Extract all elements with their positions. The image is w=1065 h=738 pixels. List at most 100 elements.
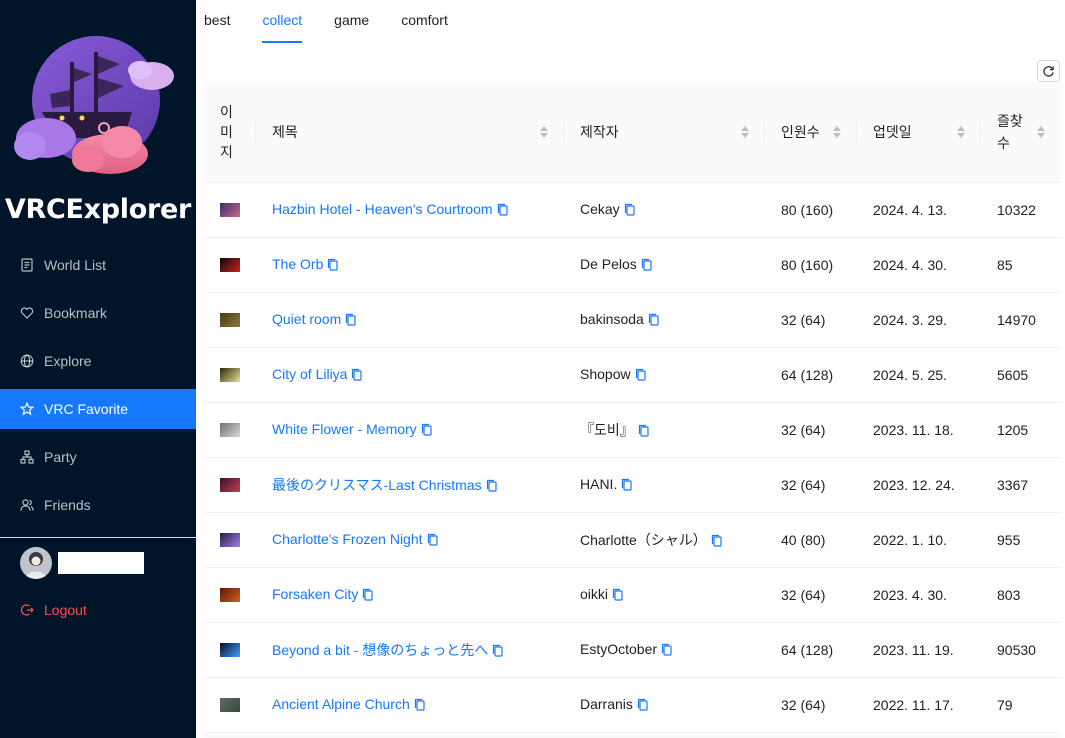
column-header-updated[interactable]: 업뎃일 bbox=[857, 83, 981, 183]
copy-icon[interactable] bbox=[624, 203, 636, 219]
column-header-visits[interactable]: 즐찾 수 bbox=[981, 83, 1061, 183]
tab-game[interactable]: game bbox=[334, 0, 369, 44]
cell-author: EstyOctober bbox=[564, 622, 765, 678]
world-title-link[interactable]: Charlotte's Frozen Night bbox=[272, 531, 423, 547]
column-header-image: 이 미 지 bbox=[204, 83, 256, 183]
table-row: Ancient Alpine Church Darranis 32 (64) 2022… bbox=[204, 677, 1061, 733]
header-label: 제작자 bbox=[580, 124, 619, 141]
sidebar-item-party[interactable]: Party bbox=[0, 437, 196, 477]
world-thumbnail[interactable] bbox=[220, 257, 240, 272]
column-header-author[interactable]: 제작자 bbox=[564, 83, 765, 183]
copy-icon[interactable] bbox=[414, 698, 426, 714]
copy-icon[interactable] bbox=[612, 588, 624, 604]
copy-icon[interactable] bbox=[427, 533, 439, 549]
cell-image bbox=[204, 347, 256, 403]
world-thumbnail[interactable] bbox=[220, 312, 240, 327]
cell-author: oikki bbox=[564, 567, 765, 623]
world-title-link[interactable]: Quiet room bbox=[272, 311, 341, 327]
copy-icon[interactable] bbox=[641, 258, 653, 274]
cell-capacity: 80 (160) bbox=[765, 237, 857, 293]
sidebar-item-world-list[interactable]: World List bbox=[0, 245, 196, 285]
world-thumbnail[interactable] bbox=[220, 697, 240, 712]
sidebar-item-vrc-favorite[interactable]: VRC Favorite bbox=[0, 389, 196, 429]
cell-visits: 79 bbox=[981, 677, 1061, 733]
copy-icon[interactable] bbox=[351, 368, 363, 384]
cell-image bbox=[204, 622, 256, 678]
world-title-link[interactable]: Ancient Alpine Church bbox=[272, 696, 410, 712]
world-title-link[interactable]: Beyond a bit - 想像のちょっと先へ bbox=[272, 642, 488, 658]
cell-updated: 2023. 11. 19. bbox=[857, 622, 981, 678]
cell-visits: 14970 bbox=[981, 292, 1061, 348]
header-label: 제목 bbox=[272, 124, 298, 141]
logout-button[interactable]: Logout bbox=[20, 598, 87, 622]
world-thumbnail[interactable] bbox=[220, 367, 240, 382]
avatar[interactable] bbox=[20, 547, 52, 579]
logout-label: Logout bbox=[44, 602, 87, 618]
copy-icon[interactable] bbox=[421, 423, 433, 439]
sort-icon bbox=[741, 126, 749, 139]
copy-icon[interactable] bbox=[327, 258, 339, 274]
column-header-title[interactable]: 제목 bbox=[256, 83, 564, 183]
reload-icon bbox=[1043, 65, 1054, 77]
copy-icon[interactable] bbox=[621, 478, 633, 494]
copy-icon[interactable] bbox=[661, 643, 673, 659]
world-thumbnail[interactable] bbox=[220, 477, 240, 492]
cell-updated: 2024. 3. 29. bbox=[857, 292, 981, 348]
sidebar-item-friends[interactable]: Friends bbox=[0, 485, 196, 525]
user-profile[interactable] bbox=[20, 547, 144, 579]
cell-capacity: 32 (64) bbox=[765, 457, 857, 513]
sidebar-item-explore[interactable]: Explore bbox=[0, 341, 196, 381]
reload-button[interactable] bbox=[1037, 60, 1060, 82]
app-logo bbox=[12, 34, 182, 179]
author-name: Shopow bbox=[580, 365, 631, 382]
world-thumbnail[interactable] bbox=[220, 587, 240, 602]
author-name: bakinsoda bbox=[580, 310, 644, 327]
table-row: City of Liliya Shopow 64 (128) 2024. 5. 25.… bbox=[204, 347, 1061, 403]
world-thumbnail[interactable] bbox=[220, 532, 240, 547]
copy-icon[interactable] bbox=[635, 368, 647, 384]
author-name: Cekay bbox=[580, 200, 620, 217]
world-title-link[interactable]: White Flower - Memory bbox=[272, 421, 417, 437]
header-image-char: 이 bbox=[220, 104, 233, 121]
world-title-link[interactable]: Hazbin Hotel - Heaven's Courtroom bbox=[272, 201, 493, 217]
copy-icon[interactable] bbox=[497, 203, 509, 219]
copy-icon[interactable] bbox=[638, 424, 650, 440]
tab-best[interactable]: best bbox=[204, 0, 230, 44]
sidebar-item-bookmark[interactable]: Bookmark bbox=[0, 293, 196, 333]
copy-icon[interactable] bbox=[345, 313, 357, 329]
cell-title: Forsaken City bbox=[256, 567, 564, 623]
copy-icon[interactable] bbox=[711, 534, 723, 550]
cell-capacity: 80 (160) bbox=[765, 182, 857, 238]
tab-collect[interactable]: collect bbox=[262, 0, 302, 44]
cell-image bbox=[204, 567, 256, 623]
sidebar-item-label: World List bbox=[44, 257, 106, 273]
sort-icon bbox=[1037, 126, 1045, 139]
author-name: EstyOctober bbox=[580, 640, 658, 657]
copy-icon[interactable] bbox=[492, 644, 504, 660]
world-title-link[interactable]: 最後のクリスマス-Last Christmas bbox=[272, 477, 482, 493]
world-title-link[interactable]: The Orb bbox=[272, 256, 323, 272]
author-name: Darranis bbox=[580, 695, 633, 712]
cell-visits: 3367 bbox=[981, 457, 1061, 513]
world-thumbnail[interactable] bbox=[220, 642, 240, 657]
users-icon bbox=[20, 498, 34, 512]
copy-icon[interactable] bbox=[362, 588, 374, 604]
copy-icon[interactable] bbox=[648, 313, 660, 329]
tab-comfort[interactable]: comfort bbox=[401, 0, 448, 44]
cell-image bbox=[204, 402, 256, 458]
copy-icon[interactable] bbox=[637, 698, 649, 714]
world-thumbnail[interactable] bbox=[220, 422, 240, 437]
column-header-capacity[interactable]: 인원수 bbox=[765, 83, 857, 183]
world-thumbnail[interactable] bbox=[220, 202, 240, 217]
cell-image bbox=[204, 677, 256, 733]
world-title-link[interactable]: Forsaken City bbox=[272, 586, 358, 602]
cell-author: Cekay bbox=[564, 182, 765, 238]
world-title-link[interactable]: City of Liliya bbox=[272, 366, 347, 382]
cell-visits: 90530 bbox=[981, 622, 1061, 678]
copy-icon[interactable] bbox=[486, 479, 498, 495]
cell-title: White Flower - Memory bbox=[256, 402, 564, 458]
cell-capacity: 32 (64) bbox=[765, 677, 857, 733]
cell-visits: 955 bbox=[981, 512, 1061, 568]
sort-icon bbox=[833, 126, 841, 139]
cell-updated: 2022. 1. 10. bbox=[857, 512, 981, 568]
